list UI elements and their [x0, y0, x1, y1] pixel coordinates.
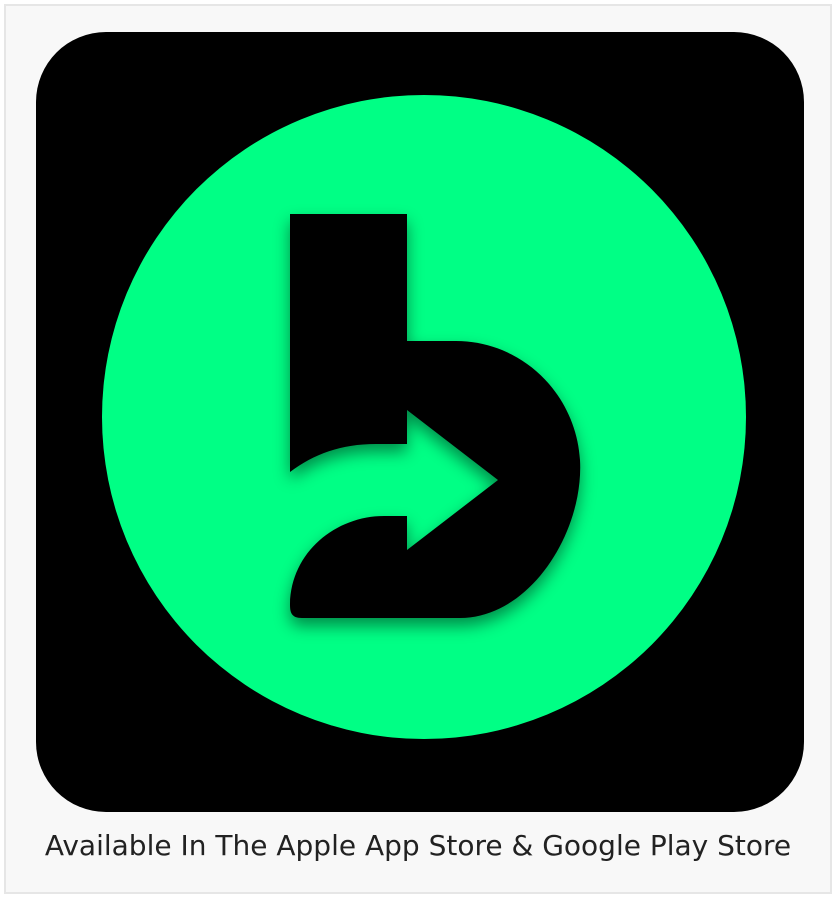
availability-caption: Available In The Apple App Store & Googl…: [44, 829, 792, 862]
app-card: Available In The Apple App Store & Googl…: [4, 4, 832, 894]
app-logo: [36, 32, 804, 812]
app-logo-icon: [102, 95, 746, 739]
